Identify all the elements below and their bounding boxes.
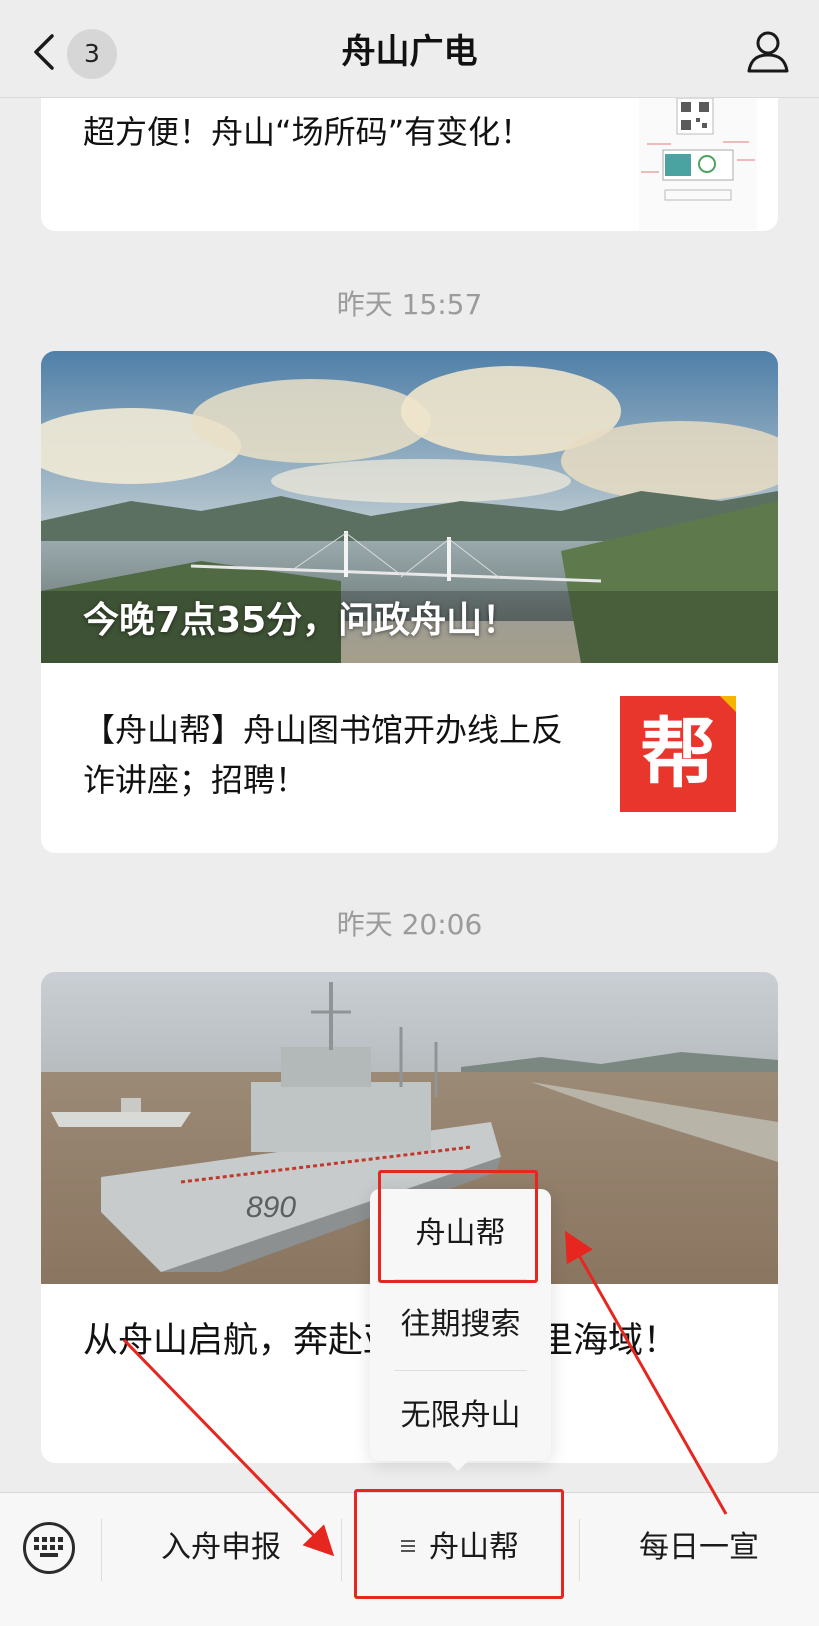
popup-pointer [446, 1459, 470, 1471]
sub-article-title: 【舟山帮】舟山图书馆开办线上反诈讲座；招聘！ [83, 711, 564, 799]
hero-article[interactable]: 今晚7点35分，问政舟山！ [41, 351, 778, 663]
message-timestamp: 昨天 15:57 [336, 288, 483, 321]
corner-accent [720, 696, 736, 712]
hero-caption: 今晚7点35分，问政舟山！ [83, 600, 519, 641]
keyboard-icon [34, 1537, 63, 1557]
sub-article-thumbnail: 帮 [620, 696, 736, 812]
submenu-item-history-search[interactable]: 往期搜索 [370, 1280, 551, 1370]
highlight-box-menu [354, 1489, 564, 1599]
submenu-item-wuxian-zhoushan[interactable]: 无限舟山 [370, 1371, 551, 1461]
keyboard-toggle-button[interactable] [23, 1522, 75, 1574]
highlight-box-submenu [378, 1170, 538, 1283]
page-title: 舟山广电 [341, 32, 478, 72]
message-timestamp: 昨天 20:06 [336, 908, 483, 941]
article-title: 超方便！舟山“场所码”有变化！ [83, 113, 533, 151]
person-icon [747, 31, 789, 73]
navbar: 3 舟山广电 [0, 0, 819, 98]
svg-text:890: 890 [246, 1191, 296, 1224]
thumbnail-text: 帮 [640, 709, 716, 798]
profile-button[interactable] [745, 28, 791, 74]
article-thumbnail [639, 97, 757, 230]
menu-item-ruzhou-shenbao[interactable]: 入舟申报 [101, 1493, 341, 1603]
menu-item-meiri-yixuan[interactable]: 每日一宣 [579, 1493, 819, 1603]
